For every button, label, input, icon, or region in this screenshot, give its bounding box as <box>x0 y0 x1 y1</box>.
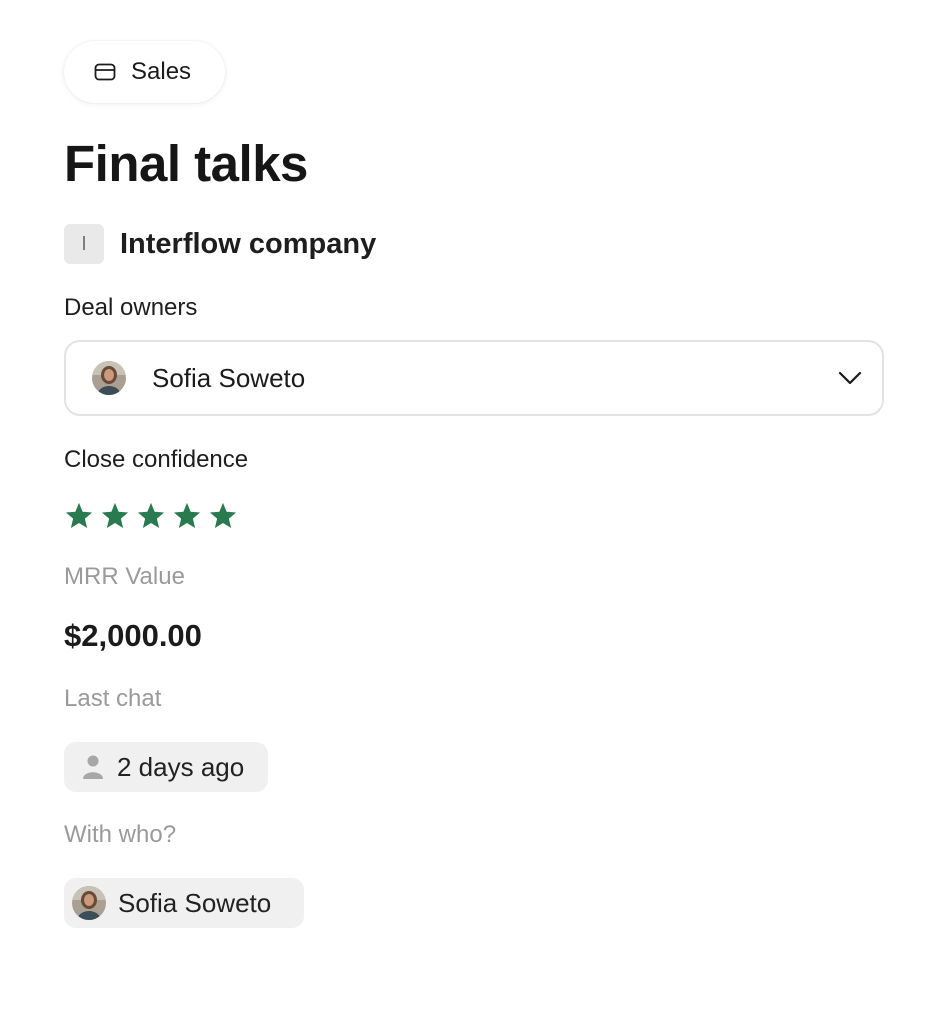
mrr-value: $2,000.00 <box>64 618 202 653</box>
last-chat-label: Last chat <box>64 685 162 712</box>
star-icon[interactable] <box>136 501 166 531</box>
star-icon[interactable] <box>64 501 94 531</box>
company-row[interactable]: I Interflow company <box>64 224 376 264</box>
avatar <box>72 886 106 920</box>
deal-owners-label: Deal owners <box>64 294 198 321</box>
page-title: Final talks <box>64 135 308 192</box>
star-icon[interactable] <box>208 501 238 531</box>
deal-owner-name: Sofia Soweto <box>152 362 306 393</box>
deal-owner-select[interactable]: Sofia Soweto <box>64 340 884 416</box>
star-rating[interactable] <box>64 501 244 531</box>
star-icon[interactable] <box>100 501 130 531</box>
card-icon <box>94 63 116 81</box>
category-tag[interactable]: Sales <box>64 41 225 103</box>
close-confidence-label: Close confidence <box>64 446 249 473</box>
with-who-label: With who? <box>64 821 177 848</box>
category-label: Sales <box>131 58 192 85</box>
last-chat-value: 2 days ago <box>117 751 245 782</box>
company-initial-badge: I <box>64 224 104 264</box>
contact-chip[interactable]: Sofia Soweto <box>64 878 304 928</box>
avatar <box>92 361 126 395</box>
person-icon <box>83 755 103 779</box>
star-icon[interactable] <box>172 501 202 531</box>
contact-name: Sofia Soweto <box>118 887 272 918</box>
last-chat-chip[interactable]: 2 days ago <box>64 742 268 792</box>
mrr-label: MRR Value <box>64 563 185 590</box>
company-name: Interflow company <box>120 227 377 260</box>
chevron-down-icon[interactable] <box>838 368 862 388</box>
